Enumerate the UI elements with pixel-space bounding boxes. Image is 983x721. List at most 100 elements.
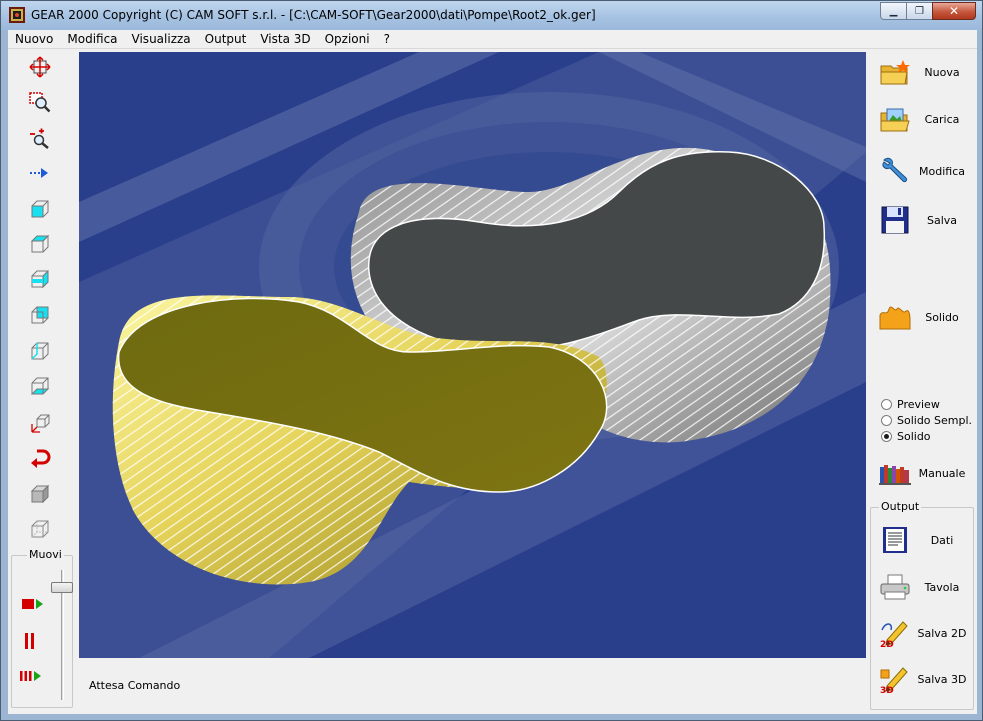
zoom-in-out-icon [30, 128, 49, 149]
fast-forward-icon [20, 671, 41, 681]
play-button[interactable] [21, 596, 45, 615]
radio-solido-sempl-label: Solido Sempl. [897, 414, 973, 427]
pencil-3d-icon: 3D [878, 662, 912, 696]
floppy-disk-icon [878, 203, 912, 237]
salva-3d-label: Salva 3D [917, 672, 967, 686]
view-bottom-cube-icon [30, 377, 50, 395]
pan-arrows-icon [29, 56, 51, 78]
nuova-button[interactable]: Nuova [878, 54, 972, 90]
radio-solido-sempl[interactable]: Solido Sempl. [881, 414, 972, 427]
output-label: Output [879, 500, 922, 513]
zoom-window-icon [29, 92, 51, 113]
maximize-button[interactable]: ❐ [906, 2, 933, 20]
view-bottom-button[interactable] [28, 374, 52, 398]
salva-2d-button[interactable]: 2D Salva 2D [878, 615, 972, 651]
menu-help[interactable]: ? [377, 30, 397, 48]
view-top-button[interactable] [28, 232, 52, 256]
window-title: GEAR 2000 Copyright (C) CAM SOFT s.r.l. … [31, 8, 596, 22]
menu-visualizza[interactable]: Visualizza [125, 30, 198, 48]
manuale-button[interactable]: Manuale [878, 455, 972, 491]
tavola-button[interactable]: Tavola [878, 569, 972, 605]
client-area: Muovi Attesa Comando Nuova Carica Modifi… [8, 49, 977, 714]
solid-box-icon [30, 484, 50, 504]
window-controls: ▁ ❐ ✕ [880, 2, 976, 20]
speed-slider-thumb[interactable] [51, 582, 73, 593]
salva-button[interactable]: Salva [878, 202, 972, 238]
menu-modifica[interactable]: Modifica [60, 30, 124, 48]
gear-app-icon [9, 7, 25, 23]
axes-view-button[interactable] [28, 410, 52, 434]
salva-3d-button[interactable]: 3D Salva 3D [878, 661, 972, 697]
right-panel: Nuova Carica Modifica Salva Solido Previ… [868, 49, 977, 714]
title-bar[interactable]: GEAR 2000 Copyright (C) CAM SOFT s.r.l. … [1, 1, 982, 31]
solid-shape-icon [878, 300, 912, 334]
view-right-button[interactable] [28, 267, 52, 291]
view-top-cube-icon [30, 234, 50, 253]
menu-opzioni[interactable]: Opzioni [318, 30, 377, 48]
dati-label: Dati [930, 533, 954, 547]
axes-iso-icon [31, 414, 50, 433]
move-button[interactable] [28, 161, 52, 185]
menu-vista-3d[interactable]: Vista 3D [253, 30, 317, 48]
document-icon [878, 523, 912, 557]
books-icon [878, 456, 912, 490]
play-icon [22, 599, 43, 609]
radio-solido-label: Solido [897, 430, 931, 443]
tavola-label: Tavola [924, 580, 960, 594]
left-toolbar: Muovi [8, 49, 76, 714]
pencil-2d-icon: 2D [878, 616, 912, 650]
zoom-in-out-button[interactable] [28, 126, 52, 150]
radio-preview-label: Preview [897, 398, 940, 411]
view-front-cube-icon [31, 200, 49, 218]
view-back-cube-icon [31, 306, 49, 324]
zoom-window-button[interactable] [28, 90, 52, 114]
close-button[interactable]: ✕ [932, 2, 976, 20]
view-back-button[interactable] [28, 303, 52, 327]
radio-preview[interactable]: Preview [881, 398, 940, 411]
wrench-icon [878, 154, 912, 188]
rotate-arrow-icon [31, 449, 51, 468]
view-iso-button[interactable] [28, 339, 52, 363]
radio-solido-sempl-circle[interactable] [881, 415, 892, 426]
dati-button[interactable]: Dati [878, 522, 972, 558]
minimize-button[interactable]: ▁ [880, 2, 907, 20]
nuova-label: Nuova [924, 65, 960, 79]
close-icon: ✕ [948, 4, 960, 18]
view-iso-cube-icon [31, 342, 49, 360]
menu-output[interactable]: Output [198, 30, 254, 48]
carica-label: Carica [924, 112, 960, 126]
rotate-button[interactable] [28, 446, 52, 470]
radio-preview-circle[interactable] [881, 399, 892, 410]
open-folder-icon [878, 102, 912, 136]
modifica-label: Modifica [919, 164, 965, 178]
wire-box-icon [31, 520, 49, 538]
menu-bar: Nuovo Modifica Visualizza Output Vista 3… [8, 30, 977, 49]
manuale-label: Manuale [918, 466, 966, 480]
view-front-button[interactable] [28, 197, 52, 221]
move-right-arrow-icon [30, 168, 48, 178]
solido-label: Solido [925, 310, 959, 324]
fast-forward-button[interactable] [19, 668, 45, 687]
printer-icon [878, 570, 912, 604]
solido-button[interactable]: Solido [878, 299, 972, 335]
svg-text:3D: 3D [880, 686, 894, 694]
3d-viewport[interactable] [79, 52, 866, 658]
minimize-icon: ▁ [889, 5, 898, 17]
gear-rotor-render [79, 52, 866, 658]
wire-view-button[interactable] [28, 517, 52, 541]
pause-icon [25, 633, 34, 649]
view-right-cube-icon [31, 269, 49, 289]
modifica-button[interactable]: Modifica [878, 153, 972, 189]
radio-solido-circle[interactable] [881, 431, 892, 442]
salva-label: Salva [926, 213, 958, 227]
muovi-group: Muovi [11, 548, 73, 708]
radio-solido[interactable]: Solido [881, 430, 931, 443]
svg-text:2D: 2D [880, 640, 894, 648]
pan-button[interactable] [28, 55, 52, 79]
carica-button[interactable]: Carica [878, 101, 972, 137]
menu-nuovo[interactable]: Nuovo [8, 30, 60, 48]
restore-icon: ❐ [915, 5, 924, 17]
pause-button[interactable] [21, 632, 45, 653]
solid-view-button[interactable] [28, 482, 52, 506]
muovi-label: Muovi [27, 548, 64, 561]
